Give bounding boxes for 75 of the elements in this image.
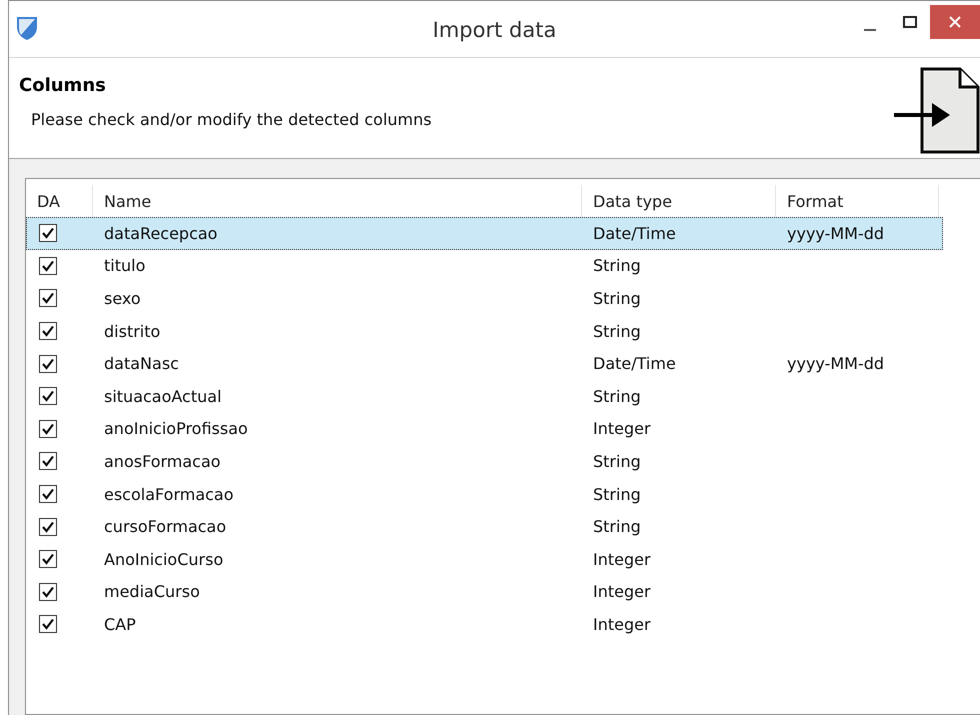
checkbox[interactable]: [39, 256, 57, 275]
checkmark-icon: [42, 292, 54, 304]
checkbox[interactable]: [39, 420, 57, 438]
checkbox[interactable]: [39, 615, 57, 634]
close-button[interactable]: [930, 5, 980, 39]
table-row[interactable]: escolaFormacao String: [26, 478, 980, 510]
table-cell-text: Integer: [592, 550, 652, 569]
table-row[interactable]: dataNasc Date/Time yyyy-MM-dd: [26, 347, 980, 380]
window-title: Import data: [432, 18, 556, 42]
checkbox[interactable]: [39, 582, 57, 601]
checkbox[interactable]: [39, 485, 57, 504]
table-cell-text: String: [592, 386, 642, 406]
maximize-icon: [903, 16, 917, 28]
table-cell-text: String: [592, 484, 642, 504]
checkbox[interactable]: [39, 550, 57, 568]
minimize-icon: [864, 29, 876, 31]
table-cell-text: String: [592, 322, 642, 341]
table-cell-text: yyyy-MM-dd: [786, 224, 886, 243]
table-cell-text: String: [592, 288, 642, 308]
checkmark-icon: [42, 422, 54, 435]
table-row[interactable]: distrito String: [26, 314, 980, 348]
checkbox[interactable]: [39, 518, 57, 536]
table-row[interactable]: anosFormacao String: [26, 445, 980, 478]
checkmark-icon: [42, 488, 54, 500]
table-row[interactable]: cursoFormacao String: [26, 510, 980, 543]
table-cell-text: yyyy-MM-dd: [786, 354, 886, 374]
checkbox[interactable]: [39, 354, 57, 373]
table-cell-text: escolaFormacao: [103, 484, 235, 504]
table-cell-text: String: [592, 256, 642, 276]
table-row[interactable]: titulo String: [26, 250, 980, 282]
table-cell-text: distrito: [103, 322, 162, 341]
table-row[interactable]: dataRecepcao Date/Time yyyy-MM-dd: [26, 217, 943, 250]
checkbox[interactable]: [39, 387, 57, 406]
table-cell-text: dataRecepcao: [103, 224, 218, 243]
section-subtitle: Please check and/or modify the detected columns: [31, 110, 432, 129]
checkmark-icon: [42, 358, 54, 370]
table-row[interactable]: AnoInicioCurso Integer: [26, 542, 980, 576]
checkbox[interactable]: [39, 322, 57, 340]
table-cell-text: String: [592, 517, 642, 536]
table-cell-text: anosFormacao: [103, 452, 222, 471]
table-row[interactable]: sexo String: [26, 282, 980, 315]
checkmark-icon: [42, 455, 54, 468]
checkmark-icon: [42, 325, 54, 338]
table-cell-text: String: [592, 452, 642, 471]
checkbox[interactable]: [39, 452, 57, 470]
table-cell-text: titulo: [103, 256, 146, 276]
table-cell-text: CAP: [103, 614, 137, 634]
table-cell-text: AnoInicioCurso: [103, 550, 224, 569]
checkmark-icon: [42, 260, 54, 272]
table-row[interactable]: situacaoActual String: [26, 380, 980, 413]
table-cell-text: sexo: [103, 288, 142, 308]
table-row[interactable]: anoInicioProfissao Integer: [26, 412, 980, 446]
table-cell-text: Integer: [592, 614, 652, 634]
table-cell-text: anoInicioProfissao: [103, 419, 249, 438]
checkbox[interactable]: [39, 289, 57, 308]
table-row[interactable]: mediaCurso Integer: [26, 576, 980, 608]
table-cell-text: Integer: [592, 419, 652, 438]
table-cell-text: cursoFormacao: [103, 517, 228, 536]
checkbox[interactable]: [39, 224, 57, 242]
table-cell-text: situacaoActual: [103, 386, 223, 406]
table-cell-text: dataNasc: [103, 354, 180, 374]
checkmark-icon: [42, 618, 54, 630]
table-row[interactable]: CAP Integer: [26, 608, 980, 641]
checkmark-icon: [42, 390, 54, 402]
table-cell-text: Date/Time: [592, 224, 677, 243]
table-cell-text: Date/Time: [592, 354, 677, 374]
checkmark-icon: [42, 520, 54, 533]
checkmark-icon: [42, 586, 54, 598]
section-title: Columns: [19, 75, 107, 96]
table-cell-text: Integer: [592, 582, 652, 602]
close-icon: [949, 16, 961, 28]
checkmark-icon: [42, 227, 54, 240]
table-cell-text: mediaCurso: [103, 582, 201, 602]
shield-logo-icon: [15, 15, 39, 41]
checkmark-icon: [42, 553, 54, 566]
